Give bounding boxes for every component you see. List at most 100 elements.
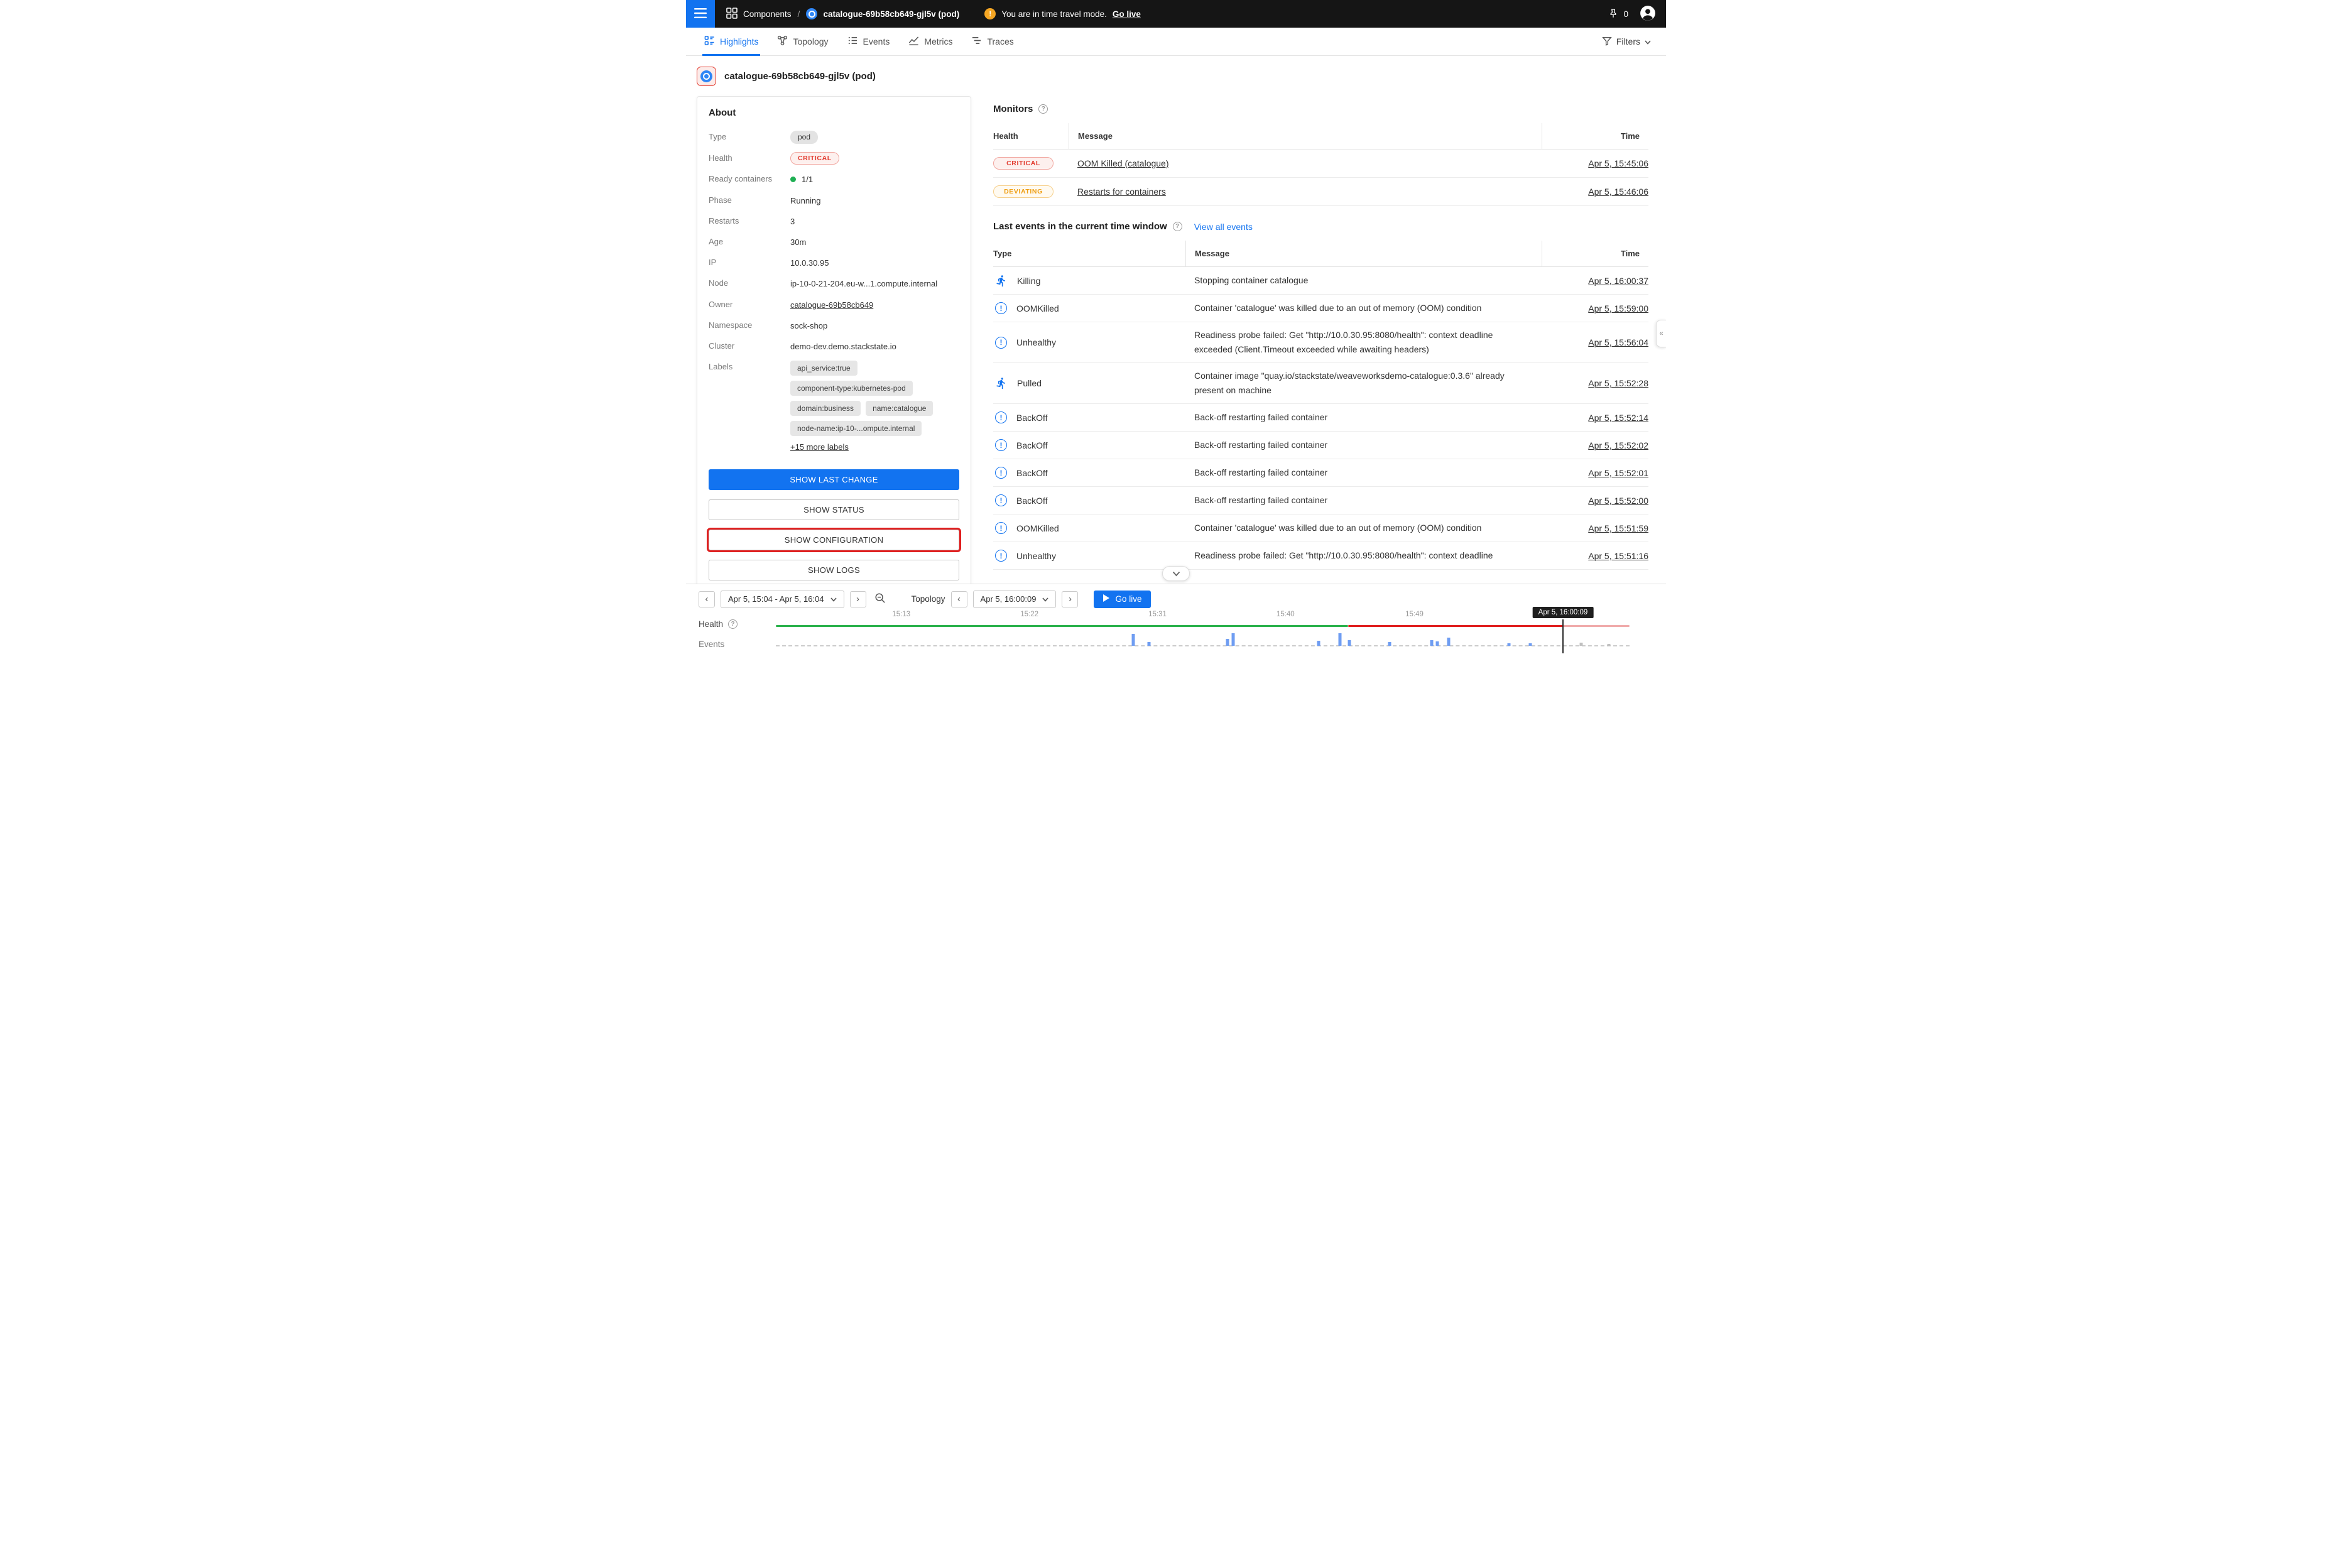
about-field: Ready containers 1/1 xyxy=(709,173,959,185)
event-row: OOMKilled Container 'catalogue' was kill… xyxy=(993,514,1648,542)
event-time-link[interactable]: Apr 5, 15:59:00 xyxy=(1588,303,1648,313)
breadcrumb-components[interactable]: Components xyxy=(726,8,792,21)
event-time-link[interactable]: Apr 5, 15:56:04 xyxy=(1588,337,1648,347)
column-header-message: Message xyxy=(1069,123,1542,149)
tab-label: Traces xyxy=(987,36,1013,46)
monitor-message-link[interactable]: Restarts for containers xyxy=(1077,187,1166,197)
events-title: Last events in the current time window xyxy=(993,221,1167,232)
range-previous-button[interactable]: ‹ xyxy=(699,591,715,607)
warning-icon xyxy=(984,8,996,19)
field-label: IP xyxy=(709,256,790,267)
more-labels-link[interactable]: +15 more labels xyxy=(790,442,849,452)
help-icon[interactable] xyxy=(728,619,738,629)
alert-circle-icon xyxy=(995,522,1007,534)
chevron-down-icon xyxy=(830,594,837,604)
show-logs-button[interactable]: SHOW LOGS xyxy=(709,560,959,580)
view-all-events-link[interactable]: View all events xyxy=(1194,222,1253,232)
monitor-time-link[interactable]: Apr 5, 15:46:06 xyxy=(1588,187,1648,197)
help-icon[interactable] xyxy=(1173,222,1182,231)
right-panel: Monitors Health Message Time CRITICAL xyxy=(993,104,1648,570)
show-last-change-button[interactable]: SHOW LAST CHANGE xyxy=(709,469,959,490)
timeline-controls: ‹ Apr 5, 15:04 - Apr 5, 16:04 › Topology… xyxy=(686,584,1666,609)
components-grid-icon xyxy=(726,8,738,21)
filters-button[interactable]: Filters xyxy=(1602,28,1657,55)
event-row: BackOff Back-off restarting failed conta… xyxy=(993,404,1648,432)
topology-time-dropdown[interactable]: Apr 5, 16:00:09 xyxy=(973,591,1057,608)
show-status-button[interactable]: SHOW STATUS xyxy=(709,499,959,520)
event-time-link[interactable]: Apr 5, 15:51:16 xyxy=(1588,551,1648,561)
events-baseline xyxy=(776,645,1630,646)
tab-topology[interactable]: Topology xyxy=(768,28,837,55)
event-time-link[interactable]: Apr 5, 15:52:28 xyxy=(1588,378,1648,388)
time-range-dropdown[interactable]: Apr 5, 15:04 - Apr 5, 16:04 xyxy=(721,591,844,608)
topology-icon xyxy=(777,35,788,48)
monitor-message-link[interactable]: OOM Killed (catalogue) xyxy=(1077,158,1169,168)
pod-icon xyxy=(806,8,817,19)
label-pill: node-name:ip-10-...ompute.internal xyxy=(790,421,922,436)
event-type: BackOff xyxy=(1016,413,1048,423)
event-type: Unhealthy xyxy=(1016,551,1056,561)
field-value[interactable]: catalogue-69b58cb649 xyxy=(790,298,873,311)
timeline-chart[interactable]: Health Events 15:1315:2215:3115:4015:49 … xyxy=(686,609,1666,653)
tab-events[interactable]: Events xyxy=(838,28,900,55)
event-time-link[interactable]: Apr 5, 15:52:02 xyxy=(1588,440,1648,450)
go-live-button[interactable]: Go live xyxy=(1094,591,1151,608)
monitor-time-link[interactable]: Apr 5, 15:45:06 xyxy=(1588,158,1648,168)
pin-button[interactable]: 0 xyxy=(1608,8,1628,21)
event-time-link[interactable]: Apr 5, 15:51:59 xyxy=(1588,523,1648,533)
event-message: Back-off restarting failed container xyxy=(1185,460,1542,486)
event-time-link[interactable]: Apr 5, 15:52:00 xyxy=(1588,496,1648,506)
column-header-time: Time xyxy=(1542,123,1648,149)
zoom-out-button[interactable] xyxy=(872,592,888,606)
event-row: Pulled Container image "quay.io/stacksta… xyxy=(993,363,1648,404)
tab-highlights[interactable]: Highlights xyxy=(695,28,768,55)
health-row-label: Health xyxy=(699,619,723,629)
help-icon[interactable] xyxy=(1038,104,1048,114)
tab-metrics[interactable]: Metrics xyxy=(899,28,962,55)
time-range-value: Apr 5, 15:04 - Apr 5, 16:04 xyxy=(728,594,824,604)
tab-traces[interactable]: Traces xyxy=(962,28,1023,55)
label-pill: component-type:kubernetes-pod xyxy=(790,381,913,396)
health-status-badge: CRITICAL xyxy=(993,157,1054,170)
timeline-track[interactable]: 15:1315:2215:3115:4015:49 Apr 5, 16:00:0… xyxy=(776,609,1630,653)
breadcrumb-entity[interactable]: catalogue-69b58cb649-gjl5v (pod) xyxy=(806,8,959,19)
range-next-button[interactable]: › xyxy=(850,591,866,607)
event-message: Back-off restarting failed container xyxy=(1185,432,1542,458)
highlights-icon xyxy=(704,35,715,48)
column-header-type: Type xyxy=(993,241,1185,266)
user-avatar-button[interactable] xyxy=(1640,5,1656,23)
topology-time-label: Topology xyxy=(912,594,945,604)
event-time-link[interactable]: Apr 5, 16:00:37 xyxy=(1588,276,1648,286)
chevron-right-icon: › xyxy=(1069,594,1072,604)
monitors-section: Monitors Health Message Time CRITICAL xyxy=(993,104,1648,206)
time-next-button[interactable]: › xyxy=(1062,591,1078,607)
page-title: catalogue-69b58cb649-gjl5v (pod) xyxy=(724,71,876,82)
about-field: Type pod xyxy=(709,131,959,144)
field-value: demo-dev.demo.stackstate.io xyxy=(790,340,896,352)
event-time-link[interactable]: Apr 5, 15:52:01 xyxy=(1588,468,1648,478)
collapse-side-panel-handle[interactable] xyxy=(1656,320,1666,347)
event-type: BackOff xyxy=(1016,440,1048,450)
chevron-down-icon xyxy=(1172,569,1180,579)
hamburger-menu-button[interactable] xyxy=(686,0,715,28)
hamburger-icon xyxy=(694,8,707,20)
top-bar-right: 0 xyxy=(1608,5,1666,23)
metrics-chart-icon xyxy=(908,35,919,48)
field-label: Labels xyxy=(709,361,790,436)
show-configuration-button[interactable]: SHOW CONFIGURATION xyxy=(709,530,959,550)
event-row: BackOff Back-off restarting failed conta… xyxy=(993,432,1648,459)
alert-circle-icon xyxy=(995,467,1007,479)
alert-circle-icon xyxy=(995,337,1007,349)
go-live-link[interactable]: Go live xyxy=(1113,9,1141,19)
main-content: catalogue-69b58cb649-gjl5v (pod) About T… xyxy=(686,56,1666,584)
expand-timeline-button[interactable] xyxy=(1162,566,1190,581)
about-actions: SHOW LAST CHANGE SHOW STATUS SHOW CONFIG… xyxy=(709,469,959,580)
event-row: BackOff Back-off restarting failed conta… xyxy=(993,487,1648,514)
event-time-link[interactable]: Apr 5, 15:52:14 xyxy=(1588,413,1648,423)
field-value: pod xyxy=(790,131,818,144)
breadcrumb-label: Components xyxy=(743,9,792,19)
playhead-line[interactable] xyxy=(1562,619,1564,653)
time-previous-button[interactable]: ‹ xyxy=(951,591,967,607)
column-header-health: Health xyxy=(993,123,1069,149)
events-section: Last events in the current time window V… xyxy=(993,221,1648,570)
